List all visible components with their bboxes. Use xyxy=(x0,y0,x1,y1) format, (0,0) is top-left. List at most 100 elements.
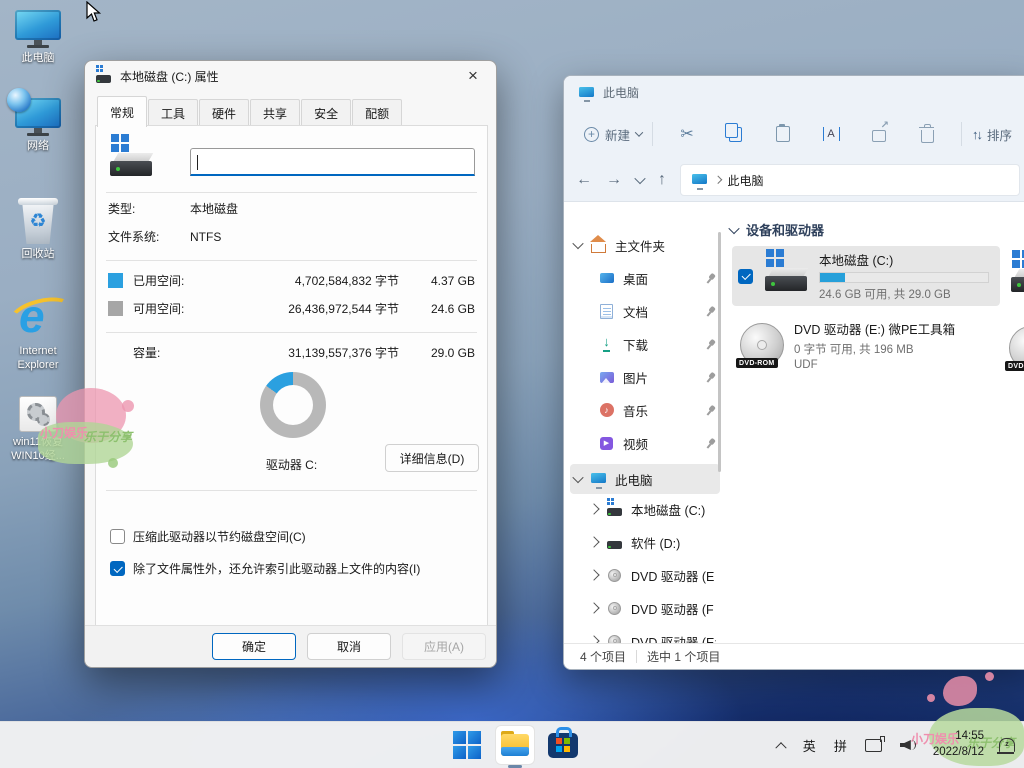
sidebar-item-label: DVD 驱动器 (F xyxy=(631,599,716,618)
up-button[interactable]: ↑ xyxy=(658,171,666,189)
compress-checkbox-label: 压缩此驱动器以节约磁盘空间(C) xyxy=(133,528,306,545)
sort-arrows-icon: ↑↓ xyxy=(972,127,981,142)
tray-time: 14:55 xyxy=(955,729,984,745)
sidebar-item-dvd-f[interactable]: DVD 驱动器 (F xyxy=(586,593,720,623)
status-separator xyxy=(636,650,637,663)
store-icon xyxy=(548,733,578,758)
sidebar-item-label: 主文件夹 xyxy=(615,236,716,255)
desktop-icon-win11-restore[interactable]: win11恢复 WIN10经... xyxy=(0,396,76,464)
sidebar-item-label: 视频 xyxy=(623,434,697,453)
volume-tray-button[interactable] xyxy=(891,722,927,768)
taskbar-file-explorer-button[interactable] xyxy=(496,726,534,764)
tab-security[interactable]: 安全 xyxy=(301,99,351,127)
sidebar-item-videos[interactable]: ▶ 视频 xyxy=(594,428,720,458)
collapse-chevron-icon[interactable] xyxy=(588,569,599,580)
breadcrumb[interactable]: 此电脑 xyxy=(680,164,1020,196)
internet-explorer-icon: e xyxy=(11,293,65,341)
taskbar-store-button[interactable] xyxy=(544,726,582,764)
item-filesystem: UDF xyxy=(794,359,955,371)
dvd-partial-icon[interactable]: DVD-ROM xyxy=(1009,326,1024,370)
ok-button[interactable]: 确定 xyxy=(212,633,296,660)
ime-english-indicator[interactable]: 英 xyxy=(794,722,825,768)
drive-partial-icon[interactable] xyxy=(1009,258,1024,296)
explorer-titlebar[interactable]: 此电脑 xyxy=(564,76,1024,109)
sidebar-item-drive-d[interactable]: 软件 (D:) xyxy=(586,527,720,557)
compress-checkbox[interactable] xyxy=(110,529,125,544)
collapse-chevron-icon[interactable] xyxy=(588,536,599,547)
compress-checkbox-row[interactable]: 压缩此驱动器以节约磁盘空间(C) xyxy=(110,528,306,545)
collapse-chevron-icon[interactable] xyxy=(588,602,599,613)
forward-button[interactable]: → xyxy=(606,171,622,189)
sidebar-item-this-pc[interactable]: 此电脑 xyxy=(570,464,720,494)
ime-pinyin-indicator[interactable]: 拼 xyxy=(825,722,856,768)
expand-chevron-icon[interactable] xyxy=(572,472,583,483)
dvd-rom-icon: DVD-ROM xyxy=(740,323,784,367)
sidebar-item-pictures[interactable]: 图片 xyxy=(594,362,720,392)
clock[interactable]: 14:55 2022/8/12 xyxy=(927,722,990,768)
delete-button[interactable] xyxy=(903,126,951,143)
section-devices-and-drives[interactable]: 设备和驱动器 xyxy=(730,220,824,239)
expand-chevron-icon[interactable] xyxy=(572,238,583,249)
sidebar-item-documents[interactable]: 文档 xyxy=(594,296,720,326)
notification-center-button[interactable]: z xyxy=(990,722,1024,768)
desktop-icon-label: 此电脑 xyxy=(0,51,76,65)
back-button[interactable]: ← xyxy=(576,171,592,189)
sidebar-item-desktop[interactable]: 桌面 xyxy=(594,263,720,293)
sidebar-item-downloads[interactable]: ↓ 下载 xyxy=(594,329,720,359)
network-tray-button[interactable] xyxy=(856,722,891,768)
sidebar-item-music[interactable]: ♪ 音乐 xyxy=(594,395,720,425)
capacity-label: 容量: xyxy=(133,344,229,361)
capacity-row: 容量: 31,139,557,376 字节 29.0 GB xyxy=(108,344,475,361)
paste-icon xyxy=(776,126,790,142)
tab-quota[interactable]: 配额 xyxy=(352,99,402,127)
item-checkbox[interactable] xyxy=(738,269,753,284)
sidebar-item-home[interactable]: 主文件夹 xyxy=(570,230,720,260)
used-bytes: 4,702,584,832 字节 xyxy=(229,272,399,289)
sidebar-scrollbar[interactable] xyxy=(718,232,721,472)
dialog-titlebar[interactable]: 本地磁盘 (C:) 属性 × xyxy=(85,61,496,91)
folder-icon xyxy=(501,734,529,756)
sidebar-item-dvd-e[interactable]: DVD 驱动器 (E xyxy=(586,560,720,590)
drive-c-icon xyxy=(763,257,809,295)
share-button[interactable] xyxy=(855,126,903,142)
desktop-icon-network[interactable]: 网络 xyxy=(0,98,76,153)
start-button[interactable] xyxy=(448,726,486,764)
file-item-drive-c[interactable]: 本地磁盘 (C:) 24.6 GB 可用, 共 29.0 GB xyxy=(732,246,1000,306)
close-button[interactable]: × xyxy=(460,66,486,86)
tab-hardware[interactable]: 硬件 xyxy=(199,99,249,127)
sort-button[interactable]: ↑↓ 排序 xyxy=(972,125,1012,144)
history-chevron-icon[interactable] xyxy=(634,173,645,184)
this-pc-mini-icon xyxy=(578,84,595,101)
tray-chevron-up[interactable] xyxy=(768,722,794,768)
apply-button: 应用(A) xyxy=(402,633,486,660)
recycle-bin-icon: ♻ xyxy=(18,198,58,244)
paste-button[interactable] xyxy=(759,126,807,142)
desktop-icon-this-pc[interactable]: 此电脑 xyxy=(0,10,76,65)
copy-button[interactable] xyxy=(711,127,759,142)
documents-icon xyxy=(598,303,615,320)
cut-button[interactable]: ✂ xyxy=(663,124,711,144)
pin-icon xyxy=(703,402,718,417)
rename-button[interactable]: A xyxy=(807,127,855,141)
tab-sharing[interactable]: 共享 xyxy=(250,99,300,127)
index-checkbox[interactable] xyxy=(110,561,125,576)
details-button[interactable]: 详细信息(D) xyxy=(385,444,479,472)
sort-button-label: 排序 xyxy=(987,125,1012,144)
sidebar-item-drive-c[interactable]: 本地磁盘 (C:) xyxy=(586,494,720,524)
share-icon xyxy=(872,130,886,142)
new-button[interactable]: + 新建 xyxy=(584,125,642,144)
tab-tools[interactable]: 工具 xyxy=(148,99,198,127)
index-checkbox-row[interactable]: 除了文件属性外，还允许索引此驱动器上文件的内容(I) xyxy=(110,560,420,577)
volume-label-input[interactable] xyxy=(190,148,475,176)
desktop-icon-recycle-bin[interactable]: ♻ 回收站 xyxy=(0,198,76,261)
collapse-chevron-icon[interactable] xyxy=(588,503,599,514)
cancel-button[interactable]: 取消 xyxy=(307,633,391,660)
sidebar-item-label: 下载 xyxy=(623,335,697,354)
tab-general[interactable]: 常规 xyxy=(97,96,147,127)
selection-count: 选中 1 个项目 xyxy=(647,648,720,665)
breadcrumb-chevron-icon xyxy=(714,176,722,184)
file-item-dvd-e[interactable]: DVD-ROM DVD 驱动器 (E:) 微PE工具箱 0 字节 可用, 共 1… xyxy=(740,314,988,376)
desktop-icon-internet-explorer[interactable]: e Internet Explorer xyxy=(0,293,76,373)
windows-logo-icon xyxy=(453,731,481,759)
capacity-spacer xyxy=(108,345,123,360)
